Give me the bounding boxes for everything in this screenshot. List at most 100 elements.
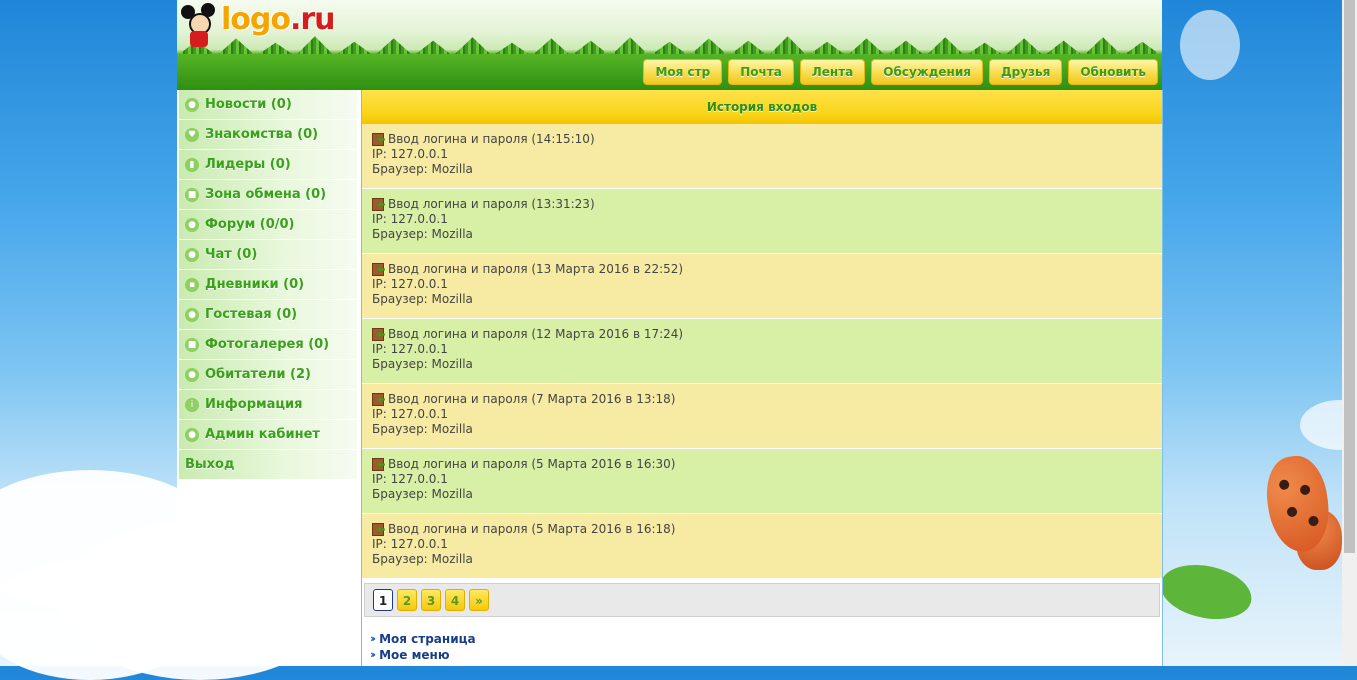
- sidebar-item-exchange[interactable]: ■ Зона обмена (0): [179, 180, 357, 210]
- entry-ip: IP: 127.0.0.1: [372, 212, 448, 226]
- logo-tld: .ru: [289, 2, 336, 37]
- page-link-2[interactable]: 2: [397, 589, 417, 611]
- entry-ip: IP: 127.0.0.1: [372, 277, 448, 291]
- cloud-decoration: [1180, 10, 1240, 80]
- pagination: 1 2 3 4 »: [364, 583, 1160, 617]
- page-next-button[interactable]: »: [469, 589, 489, 611]
- info-icon: i: [185, 397, 199, 412]
- sidebar-item-residents[interactable]: ● Обитатели (2): [179, 360, 357, 390]
- scrollbar-thumb[interactable]: [1344, 0, 1355, 553]
- sidebar-item-label: Новости (0): [205, 97, 292, 112]
- nav-refresh[interactable]: Обновить: [1068, 59, 1158, 85]
- sidebar-item-label: Информация: [205, 397, 303, 412]
- entry-title: Ввод логина и пароля (12 Марта 2016 в 17…: [388, 327, 684, 341]
- sidebar-item-news[interactable]: ● Новости (0): [179, 90, 357, 120]
- nav-my-page[interactable]: Моя стр: [643, 59, 723, 85]
- list-item: Ввод логина и пароля (13:31:23) IP: 127.…: [362, 189, 1162, 254]
- entry-ip: IP: 127.0.0.1: [372, 472, 448, 486]
- sidebar-item-leaders[interactable]: ▮ Лидеры (0): [179, 150, 357, 180]
- chat-icon: ●: [185, 247, 199, 262]
- users-icon: ●: [185, 367, 199, 382]
- login-door-icon: [372, 393, 384, 406]
- site-logo[interactable]: logo.ru: [221, 2, 336, 37]
- page-current: 1: [373, 589, 393, 611]
- sidebar-item-label: Дневники (0): [205, 277, 305, 292]
- entry-ip: IP: 127.0.0.1: [372, 342, 448, 356]
- sidebar-item-logout[interactable]: Выход: [179, 450, 357, 480]
- entry-browser: Браузер: Mozilla: [372, 292, 473, 306]
- entry-browser: Браузер: Mozilla: [372, 422, 473, 436]
- sidebar-item-label: Знакомства (0): [205, 127, 319, 142]
- sidebar-item-guestbook[interactable]: ● Гостевая (0): [179, 300, 357, 330]
- login-door-icon: [372, 328, 384, 341]
- list-item: Ввод логина и пароля (5 Марта 2016 в 16:…: [362, 449, 1162, 514]
- leaf-decoration: [1156, 559, 1256, 625]
- entry-ip: IP: 127.0.0.1: [372, 407, 448, 421]
- entry-ip: IP: 127.0.0.1: [372, 537, 448, 551]
- login-door-icon: [372, 263, 384, 276]
- entry-browser: Браузер: Mozilla: [372, 487, 473, 501]
- site-header: logo.ru Моя стр Почта Лента Обсуждения Д…: [177, 0, 1162, 90]
- page-scrollbar[interactable]: [1342, 0, 1357, 666]
- double-arrow-icon: ››: [370, 632, 376, 645]
- list-item: Ввод логина и пароля (14:15:10) IP: 127.…: [362, 124, 1162, 189]
- chat-bubble-icon: ●: [185, 217, 199, 232]
- entry-title: Ввод логина и пароля (13:31:23): [388, 197, 595, 211]
- entry-browser: Браузер: Mozilla: [372, 552, 473, 566]
- login-door-icon: [372, 133, 384, 146]
- entry-title: Ввод логина и пароля (13 Марта 2016 в 22…: [388, 262, 684, 276]
- sidebar-item-label: Выход: [185, 457, 235, 472]
- sidebar-item-chat[interactable]: ● Чат (0): [179, 240, 357, 270]
- user-icon: ●: [185, 307, 199, 322]
- entry-browser: Браузер: Mozilla: [372, 227, 473, 241]
- sidebar-item-dating[interactable]: ♥ Знакомства (0): [179, 120, 357, 150]
- sidebar-item-label: Фотогалерея (0): [205, 337, 330, 352]
- sidebar-item-label: Гостевая (0): [205, 307, 298, 322]
- sidebar-item-info[interactable]: i Информация: [179, 390, 357, 420]
- footer-link-label: Мое меню: [379, 648, 450, 662]
- sidebar-item-label: Лидеры (0): [205, 157, 291, 172]
- list-item: Ввод логина и пароля (7 Марта 2016 в 13:…: [362, 384, 1162, 449]
- sidebar-item-label: Чат (0): [205, 247, 258, 262]
- rss-icon: ●: [185, 97, 199, 112]
- entry-title: Ввод логина и пароля (5 Марта 2016 в 16:…: [388, 457, 676, 471]
- login-door-icon: [372, 198, 384, 211]
- list-item: Ввод логина и пароля (13 Марта 2016 в 22…: [362, 254, 1162, 319]
- double-arrow-icon: ››: [370, 648, 376, 661]
- sidebar-item-forum[interactable]: ● Форум (0/0): [179, 210, 357, 240]
- sidebar-item-label: Зона обмена (0): [205, 187, 327, 202]
- entry-browser: Браузер: Mozilla: [372, 357, 473, 371]
- footer-links: ›› Моя страница ›› Мое меню: [370, 631, 1162, 663]
- sidebar-item-gallery[interactable]: ■ Фотогалерея (0): [179, 330, 357, 360]
- entry-browser: Браузер: Mozilla: [372, 162, 473, 176]
- disk-icon: ■: [185, 187, 199, 202]
- footer-link-my-page[interactable]: ›› Моя страница: [370, 631, 1162, 647]
- sidebar-item-diaries[interactable]: ▪ Дневники (0): [179, 270, 357, 300]
- list-item: Ввод логина и пароля (5 Марта 2016 в 16:…: [362, 514, 1162, 579]
- document-icon: ▪: [185, 277, 199, 292]
- main-content: История входов Ввод логина и пароля (14:…: [361, 90, 1163, 666]
- grass-decoration: [177, 36, 1162, 56]
- page-title: История входов: [362, 90, 1162, 124]
- nav-feed[interactable]: Лента: [799, 59, 866, 85]
- page-link-3[interactable]: 3: [421, 589, 441, 611]
- bar-chart-icon: ▮: [185, 157, 199, 172]
- page-container: logo.ru Моя стр Почта Лента Обсуждения Д…: [177, 0, 1163, 666]
- nav-mail[interactable]: Почта: [728, 59, 794, 85]
- sidebar-item-label: Админ кабинет: [205, 427, 320, 442]
- entry-title: Ввод логина и пароля (7 Марта 2016 в 13:…: [388, 392, 676, 406]
- mascot-icon: [181, 3, 215, 51]
- footer-link-my-menu[interactable]: ›› Мое меню: [370, 647, 1162, 663]
- photo-icon: ■: [185, 337, 199, 352]
- list-item: Ввод логина и пароля (12 Марта 2016 в 17…: [362, 319, 1162, 384]
- login-history-list: Ввод логина и пароля (14:15:10) IP: 127.…: [362, 124, 1162, 579]
- footer-link-label: Моя страница: [379, 632, 476, 646]
- nav-discussions[interactable]: Обсуждения: [871, 59, 983, 85]
- login-door-icon: [372, 523, 384, 536]
- sidebar-item-admin[interactable]: ● Админ кабинет: [179, 420, 357, 450]
- nav-friends[interactable]: Друзья: [988, 59, 1063, 85]
- sidebar-menu: ● Новости (0) ♥ Знакомства (0) ▮ Лидеры (0)…: [179, 90, 357, 480]
- entry-ip: IP: 127.0.0.1: [372, 147, 448, 161]
- page-link-4[interactable]: 4: [445, 589, 465, 611]
- sidebar-item-label: Обитатели (2): [205, 367, 311, 382]
